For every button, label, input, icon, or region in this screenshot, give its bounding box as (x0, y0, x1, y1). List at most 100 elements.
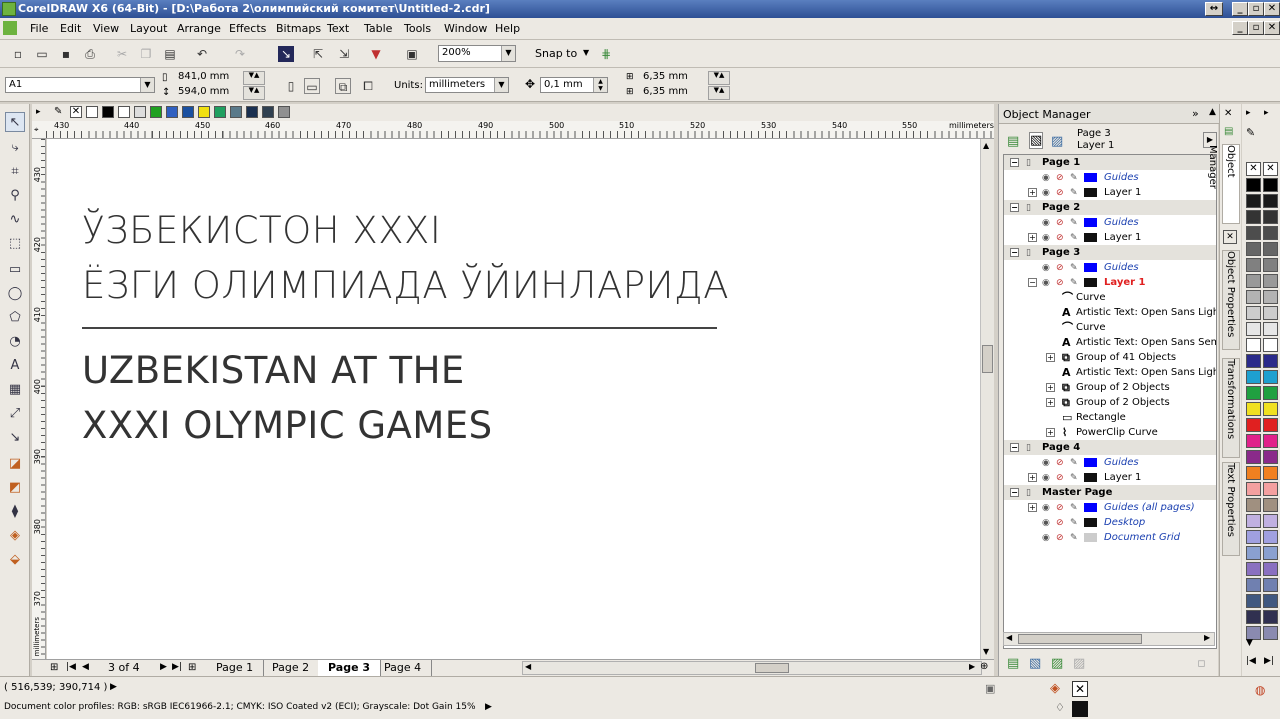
tree-object-row[interactable]: + ⧉ Group of 2 Objects (1004, 395, 1216, 410)
menu-tools[interactable]: Tools (404, 22, 431, 35)
first-page-icon[interactable]: |◀ (66, 662, 76, 672)
portrait-icon[interactable]: ▯ (283, 78, 299, 94)
docker-expand-icon[interactable]: » (1192, 107, 1199, 120)
layer-color-swatch[interactable] (1084, 458, 1097, 467)
palette-swatch[interactable] (214, 106, 226, 118)
editable-pencil-icon[interactable]: ✎ (1070, 216, 1078, 231)
doc-close-button[interactable]: ✕ (1264, 21, 1280, 35)
palette-swatch[interactable] (1246, 322, 1261, 336)
palette-swatch[interactable] (1263, 354, 1278, 368)
dimension-tool-icon[interactable]: ⤢ (5, 404, 25, 424)
drawing-canvas[interactable]: ЎЗБЕКИСТОН XXXI ЁЗГИ ОЛИМПИАДА ЎЙИНЛАРИД… (47, 139, 980, 659)
menu-view[interactable]: View (93, 22, 119, 35)
palette-swatch[interactable] (1246, 482, 1261, 496)
printable-icon[interactable]: ⊘ (1056, 276, 1064, 291)
layer-color-swatch[interactable] (1084, 473, 1097, 482)
tree-layer-row[interactable]: ◉ ⊘ ✎ Desktop (1004, 515, 1216, 531)
navigator-icon[interactable]: ⊕ (980, 661, 988, 672)
tree-page-row[interactable]: − ▯ Page 1 (1004, 155, 1216, 170)
cut-icon[interactable]: ✂ (114, 46, 130, 62)
landscape-icon[interactable]: ▭ (304, 78, 320, 94)
tree-object-row[interactable]: + ⧉ Group of 2 Objects (1004, 380, 1216, 395)
printable-icon[interactable]: ⊘ (1056, 186, 1064, 201)
layer-color-swatch[interactable] (1084, 533, 1097, 542)
tab-transformations[interactable]: Transformations (1222, 358, 1240, 458)
palette-menu-icon[interactable]: ▸ (36, 107, 41, 117)
palette-swatch[interactable] (262, 106, 274, 118)
palette-swatch[interactable] (1246, 354, 1261, 368)
expand-toggle-icon[interactable]: + (1046, 428, 1055, 437)
expand-toggle-icon[interactable]: + (1028, 473, 1037, 482)
collapse-toggle-icon[interactable]: − (1010, 203, 1019, 212)
snap-options-icon[interactable]: ⋕ (598, 46, 614, 62)
shape-tool-icon[interactable]: ⤷ (5, 138, 25, 158)
scroll-right-icon[interactable]: ▶ (969, 662, 975, 671)
palette-swatch[interactable] (1263, 434, 1278, 448)
duplicate-x-spinner[interactable]: ▼▲ (708, 71, 730, 85)
application-launcher-icon[interactable]: ▼ (368, 46, 384, 62)
restore-size-icon[interactable]: ↔ (1205, 2, 1223, 16)
palette-swatch[interactable] (1246, 466, 1261, 480)
no-fill-swatch[interactable]: ✕ (1263, 162, 1278, 176)
editable-pencil-icon[interactable]: ✎ (1070, 276, 1078, 291)
last-page-icon[interactable]: ▶| (172, 662, 182, 672)
menu-edit[interactable]: Edit (60, 22, 81, 35)
layer-color-swatch[interactable] (1084, 503, 1097, 512)
palette-swatch[interactable] (1246, 434, 1261, 448)
palette-swatch[interactable] (1246, 578, 1261, 592)
palette-swatch[interactable] (230, 106, 242, 118)
eyedropper-tool-icon[interactable]: ⧫ (5, 502, 25, 522)
menu-layout[interactable]: Layout (130, 22, 167, 35)
palette-swatch[interactable] (1263, 546, 1278, 560)
nudge-spinner[interactable]: ▲ ▼ (593, 78, 607, 92)
editable-pencil-icon[interactable]: ✎ (1070, 501, 1078, 516)
palette-scroll-up-icon[interactable]: ▸ (1264, 108, 1269, 118)
maximize-button[interactable]: ▫ (1248, 2, 1264, 16)
palette-swatch[interactable] (1263, 530, 1278, 544)
transparency-tool-icon[interactable]: ◩ (5, 478, 25, 498)
menu-effects[interactable]: Effects (229, 22, 266, 35)
uzbek-title-line-1[interactable]: ЎЗБЕКИСТОН XXXI (82, 209, 441, 253)
all-pages-icon[interactable]: ⧉ (335, 78, 351, 94)
palette-swatch[interactable] (1246, 242, 1261, 256)
palette-swatch[interactable] (1263, 338, 1278, 352)
lock-icon[interactable]: ▣ (985, 682, 995, 695)
visibility-eye-icon[interactable]: ◉ (1042, 231, 1050, 246)
menu-file[interactable]: File (30, 22, 48, 35)
tab-object-properties[interactable]: Object Properties (1222, 250, 1240, 350)
no-color-swatch[interactable]: ✕ (70, 106, 82, 118)
layer-color-swatch[interactable] (1084, 218, 1097, 227)
palette-swatch[interactable] (1263, 322, 1278, 336)
trash-icon[interactable]: ▫ (1197, 656, 1206, 671)
palette-swatch[interactable] (1263, 562, 1278, 576)
palette-menu-icon[interactable]: ▸ (1246, 108, 1251, 118)
palette-swatch[interactable] (1246, 210, 1261, 224)
width-spinner[interactable]: ▼▲ (243, 71, 265, 85)
chevron-down-icon[interactable]: ▼ (494, 78, 508, 92)
editable-pencil-icon[interactable]: ✎ (1070, 516, 1078, 531)
expand-toggle-icon[interactable]: + (1046, 398, 1055, 407)
menu-help[interactable]: Help (495, 22, 520, 35)
crop-tool-icon[interactable]: ⌗ (5, 162, 25, 182)
collapse-toggle-icon[interactable]: − (1010, 488, 1019, 497)
palette-swatch[interactable] (102, 106, 114, 118)
show-object-properties-icon[interactable]: ▧ (1029, 132, 1044, 149)
visibility-eye-icon[interactable]: ◉ (1042, 276, 1050, 291)
tree-layer-row[interactable]: ◉ ⊘ ✎ Document Grid (1004, 530, 1216, 545)
palette-swatch[interactable] (1246, 610, 1261, 624)
english-title-line-2[interactable]: XXXI OLYMPIC GAMES (82, 404, 493, 448)
tree-layer-row[interactable]: + ◉ ⊘ ✎ Layer 1 (1004, 185, 1216, 201)
publish-pdf-icon[interactable]: ⇲ (336, 46, 352, 62)
layer-color-swatch[interactable] (1084, 173, 1097, 182)
chevron-down-icon[interactable]: ▼ (140, 78, 154, 92)
palette-swatch[interactable] (1263, 482, 1278, 496)
scroll-right-icon[interactable]: ▶ (1204, 633, 1210, 642)
tree-page-row[interactable]: − ▯ Page 2 (1004, 200, 1216, 215)
object-tree[interactable]: − ▯ Page 1 ◉ ⊘ ✎ Guides + ◉ ⊘ ✎ Layer 1− ▯ Page 2 ◉ ⊘ ✎ G… (1003, 154, 1217, 649)
palette-swatch[interactable] (198, 106, 210, 118)
palette-swatch[interactable] (1246, 194, 1261, 208)
palette-swatch[interactable] (1263, 274, 1278, 288)
palette-swatch[interactable] (1263, 498, 1278, 512)
menu-arrange[interactable]: Arrange (177, 22, 221, 35)
palette-swatch[interactable] (118, 106, 130, 118)
